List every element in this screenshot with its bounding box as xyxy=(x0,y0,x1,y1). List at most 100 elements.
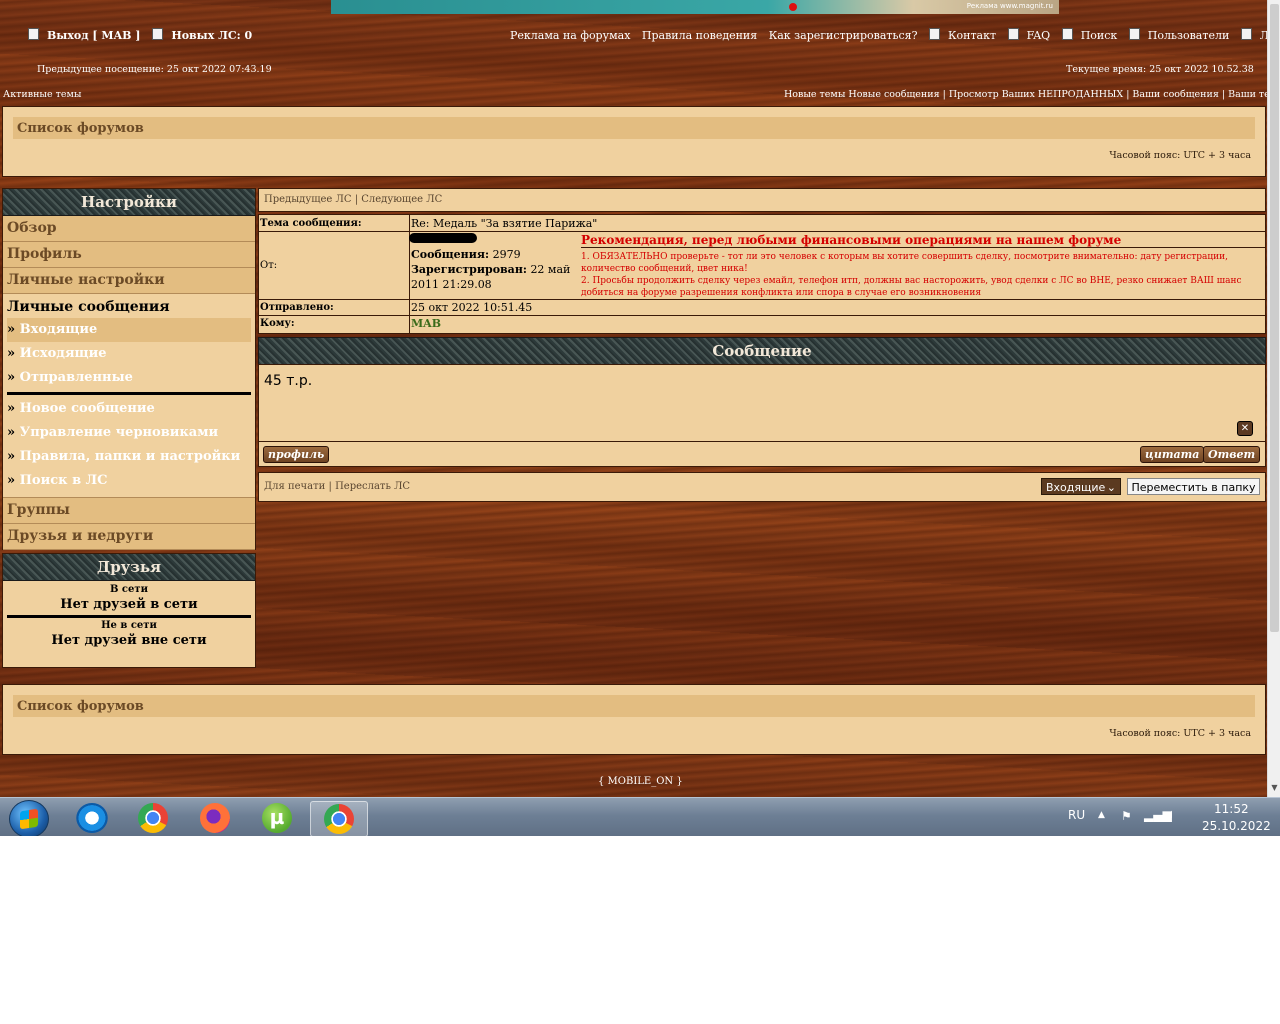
sidebar-item-drafts[interactable]: » Управление черновиками xyxy=(3,421,255,445)
quote-button[interactable]: цитата xyxy=(1140,446,1205,463)
nav-faq[interactable]: FAQ xyxy=(1027,29,1051,42)
sidebar-item-pm-search[interactable]: » Поиск в ЛС xyxy=(3,469,255,493)
new-posts-link[interactable]: Новые сообщения xyxy=(848,89,939,100)
sidebar-item-groups[interactable]: Группы xyxy=(3,497,255,524)
quick-links: Новые темы Новые сообщения | Просмотр Ва… xyxy=(784,89,1280,100)
breadcrumb: Список форумов xyxy=(13,695,1255,717)
mobile-link[interactable]: { MOBILE_ON } xyxy=(598,776,683,787)
divider xyxy=(259,315,1265,316)
sent-label: Отправленные xyxy=(19,370,133,385)
chrome-icon xyxy=(138,803,168,833)
reply-button[interactable]: Ответ xyxy=(1203,446,1261,463)
divider xyxy=(259,231,1265,232)
new-topics-link[interactable]: Новые темы xyxy=(784,89,845,100)
nav-register[interactable]: Как зарегистрироваться? xyxy=(769,29,918,42)
clock-time[interactable]: 11:52 xyxy=(1214,802,1249,816)
taskbar-ie[interactable] xyxy=(64,801,120,835)
inbox-label: Входящие xyxy=(19,322,98,337)
online-label: В сети xyxy=(110,584,148,595)
profile-button[interactable]: профиль xyxy=(263,446,330,463)
chrome-profile-icon xyxy=(324,804,354,834)
new-pm-link[interactable]: Новых ЛС: 0 xyxy=(171,29,252,42)
nav-users[interactable]: Пользователи xyxy=(1148,29,1229,42)
warning-item-2: 2. Просьбы продолжить сделку через емайл… xyxy=(581,276,1242,298)
clock-date[interactable]: 25.10.2022 xyxy=(1202,819,1271,833)
sidebar-item-inbox[interactable]: » Входящие xyxy=(7,318,251,342)
pm-section-title: Личные сообщения xyxy=(7,299,170,315)
chevron-down-icon: ⌄ xyxy=(1106,481,1116,494)
sidebar-item-overview[interactable]: Обзор xyxy=(3,216,255,242)
language-indicator[interactable]: RU xyxy=(1068,808,1085,822)
action-center-icon[interactable]: ⚑ xyxy=(1121,809,1132,823)
friends-panel: Друзья В сети Нет друзей в сети Не в сет… xyxy=(2,553,256,668)
posts-label: Сообщения: xyxy=(411,248,490,261)
sidebar-item-outbox[interactable]: » Исходящие xyxy=(3,342,255,366)
next-pm-link[interactable]: Следующее ЛС xyxy=(361,194,442,205)
banner-text: Реклама www.magnit.ru xyxy=(966,2,1053,10)
ie-icon xyxy=(76,803,108,833)
users-icon xyxy=(1128,28,1140,40)
offline-label: Не в сети xyxy=(101,620,157,631)
tray-expand-icon[interactable]: ▲ xyxy=(1098,810,1105,820)
warning-item-1: 1. ОБЯЗАТЕЛЬНО проверьте - тот ли это че… xyxy=(581,252,1228,274)
scroll-down-arrow[interactable]: ▼ xyxy=(1268,783,1280,795)
browser-viewport: Реклама www.magnit.ru Выход [ MAB ] Новы… xyxy=(0,0,1280,836)
warning-text: 1. ОБЯЗАТЕЛЬНО проверьте - тот ли это че… xyxy=(581,251,1261,299)
message-body: 45 т.р. ✕ xyxy=(258,364,1266,442)
recipient-link[interactable]: MAB xyxy=(411,317,441,330)
bottom-forum-panel: Список форумов Часовой пояс: UTC + 3 час… xyxy=(2,684,1266,755)
top-nav-right: Реклама на форумах Правила поведения Как… xyxy=(510,28,1280,42)
prev-pm-link[interactable]: Предыдущее ЛС xyxy=(264,194,352,205)
logout-link[interactable]: Выход [ MAB ] xyxy=(47,29,140,42)
move-to-folder-button[interactable]: Переместить в папку xyxy=(1127,478,1260,495)
ad-banner[interactable]: Реклама www.magnit.ru xyxy=(331,0,1059,14)
taskbar-chrome-active[interactable] xyxy=(310,801,368,836)
start-button[interactable] xyxy=(9,800,49,836)
delete-icon[interactable]: ✕ xyxy=(1237,421,1253,436)
nav-search[interactable]: Поиск xyxy=(1081,29,1118,42)
your-posts-link[interactable]: Ваши сообщения xyxy=(1132,89,1218,100)
unsold-link[interactable]: Просмотр Ваших НЕПРОДАННЫХ xyxy=(949,89,1123,100)
nav-contact[interactable]: Контакт xyxy=(948,29,996,42)
banner-decoration xyxy=(789,3,797,11)
folder-select-value: Входящие xyxy=(1046,481,1106,494)
pm-search-label: Поиск в ЛС xyxy=(19,473,108,488)
sidebar-item-friends[interactable]: Друзья и недруги xyxy=(3,524,255,550)
ucp-icon xyxy=(1240,28,1252,40)
forum-list-link[interactable]: Список форумов xyxy=(17,699,144,714)
compose-label: Новое сообщение xyxy=(19,401,155,416)
taskbar-utorrent[interactable]: µ xyxy=(249,801,305,835)
scroll-thumb[interactable] xyxy=(1270,4,1279,632)
volume-icon[interactable]: 🔈︎ xyxy=(1168,807,1176,822)
faq-icon xyxy=(1007,28,1019,40)
active-topics-link[interactable]: Активные темы xyxy=(3,89,81,100)
pm-header-table: Тема сообщения: Re: Медаль "За взятие Па… xyxy=(258,214,1266,334)
taskbar-chrome[interactable] xyxy=(125,801,181,835)
warning-title: Рекомендация, перед любыми финансовыми о… xyxy=(581,233,1122,247)
folder-select[interactable]: Входящие ⌄ xyxy=(1041,478,1121,495)
forward-link[interactable]: Переслать ЛС xyxy=(335,481,410,492)
message-title: Сообщение xyxy=(258,337,1266,365)
vertical-scrollbar[interactable]: ▼ xyxy=(1267,0,1280,797)
nav-ads[interactable]: Реклама на форумах xyxy=(510,29,630,42)
forum-list-link[interactable]: Список форумов xyxy=(17,121,144,136)
friends-title: Друзья xyxy=(3,554,255,581)
print-link[interactable]: Для печати xyxy=(264,481,325,492)
taskbar-firefox[interactable] xyxy=(187,801,243,835)
divider xyxy=(581,247,1265,248)
sidebar-item-prefs[interactable]: Личные настройки xyxy=(3,268,255,294)
search-icon xyxy=(1061,28,1073,40)
to-label: Кому: xyxy=(260,318,295,329)
from-label: От: xyxy=(260,260,278,271)
timezone: Часовой пояс: UTC + 3 часа xyxy=(1109,728,1251,739)
sidebar-item-sent[interactable]: » Отправленные xyxy=(3,366,255,390)
pm-options-label: Правила, папки и настройки xyxy=(19,449,241,464)
sidebar-item-profile[interactable]: Профиль xyxy=(3,242,255,268)
posts-count: 2979 xyxy=(492,248,521,261)
registered-label: Зарегистрирован: xyxy=(411,263,527,276)
message-text: 45 т.р. xyxy=(264,373,313,389)
sidebar-item-pm-options[interactable]: » Правила, папки и настройки xyxy=(3,445,255,469)
nav-rules[interactable]: Правила поведения xyxy=(642,29,757,42)
sidebar-item-compose[interactable]: » Новое сообщение xyxy=(3,397,255,421)
breadcrumb: Список форумов xyxy=(13,117,1255,139)
